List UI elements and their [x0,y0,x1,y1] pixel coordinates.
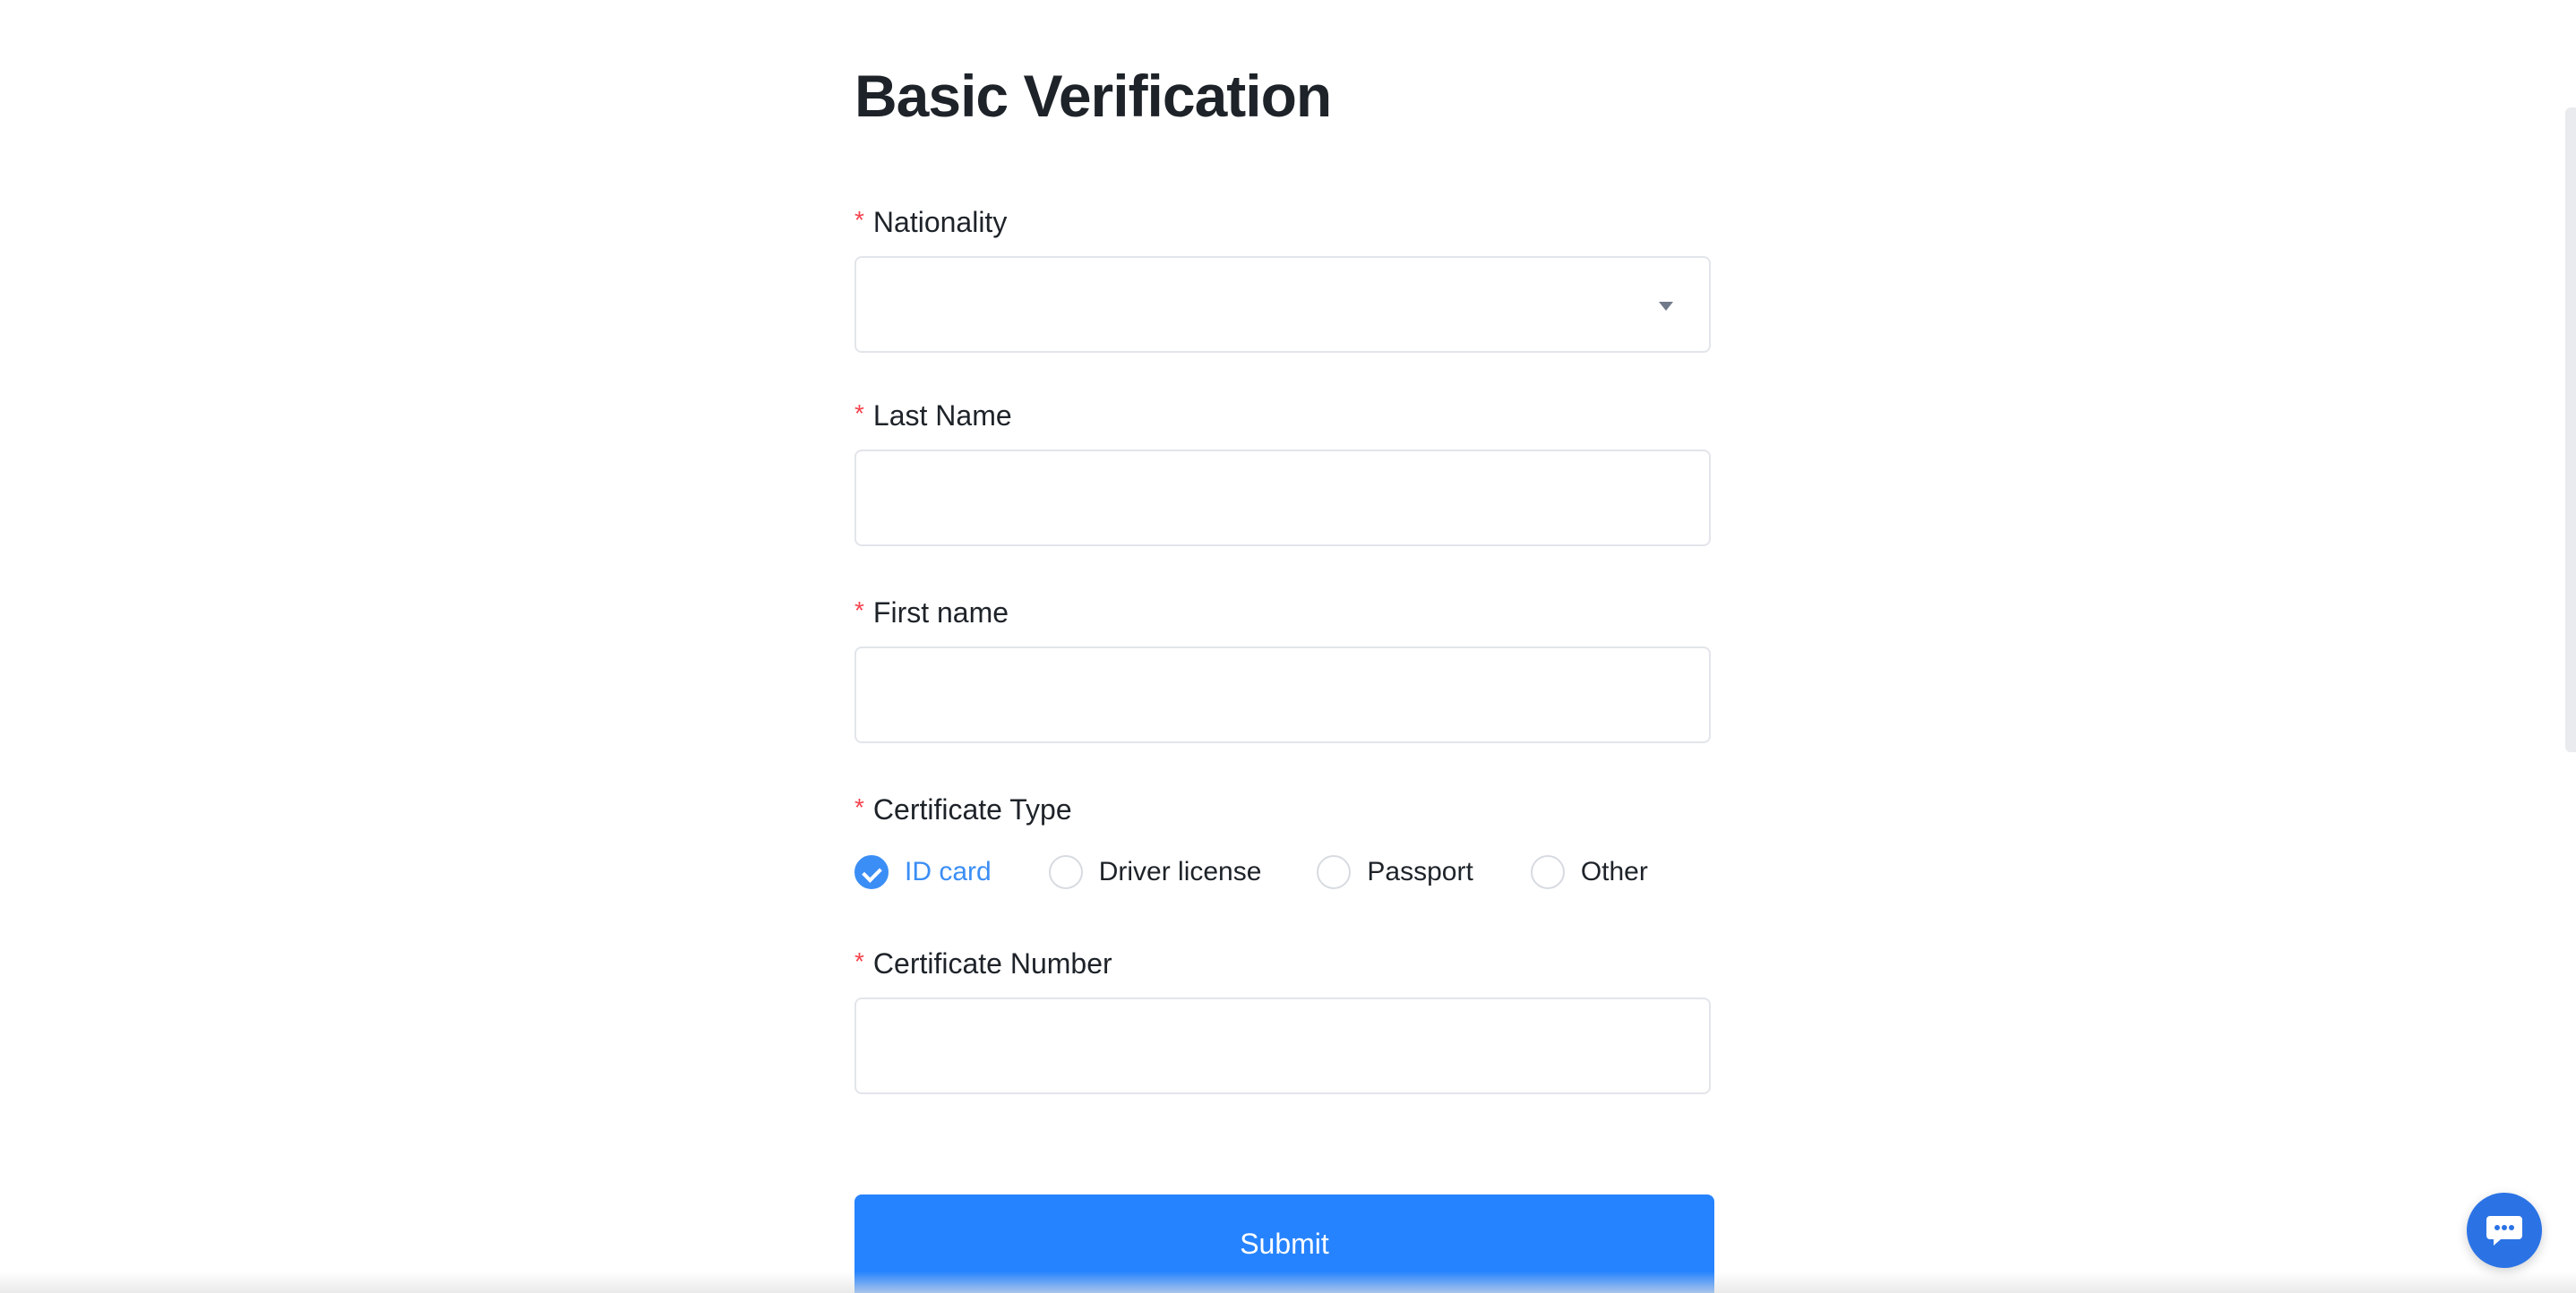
certificate-type-label-text: Certificate Type [872,793,1072,826]
radio-passport[interactable]: Passport [1317,855,1473,889]
radio-other-label: Other [1580,857,1648,886]
submit-button[interactable]: Submit [854,1195,1714,1293]
nationality-label: * Nationality [854,202,1007,244]
radio-passport-label: Passport [1367,857,1473,886]
first-name-label-text: First name [872,596,1009,629]
certificate-number-input[interactable] [856,999,1709,1092]
required-marker: * [854,793,864,821]
last-name-field [854,450,1711,546]
required-marker: * [854,399,864,427]
radio-other[interactable]: Other [1530,855,1648,889]
radio-checked-icon [854,855,889,889]
required-marker: * [854,947,864,975]
radio-unchecked-icon [1317,855,1352,889]
radio-driver-license-label: Driver license [1098,857,1262,886]
first-name-input[interactable] [856,648,1709,741]
last-name-input[interactable] [856,451,1709,544]
radio-driver-license[interactable]: Driver license [1048,855,1262,889]
radio-unchecked-icon [1048,855,1083,889]
last-name-label: * Last Name [854,396,1012,437]
first-name-label: * First name [854,593,1009,634]
first-name-field [854,646,1711,743]
chat-button[interactable] [2467,1193,2542,1268]
page-title: Basic Verification [854,63,1332,129]
scrollbar[interactable] [2565,107,2576,752]
radio-id-card-label: ID card [905,857,992,886]
caret-down-icon [1659,302,1673,311]
certificate-number-label: * Certificate Number [854,944,1112,985]
certificate-number-label-text: Certificate Number [872,947,1112,980]
radio-unchecked-icon [1530,855,1565,889]
required-marker: * [854,596,864,624]
nationality-label-text: Nationality [872,206,1008,238]
nationality-select[interactable] [854,256,1711,353]
certificate-type-label: * Certificate Type [854,790,1072,831]
certificate-number-field [854,998,1711,1094]
certificate-type-radio-group: ID card Driver license Passport Other [854,849,1648,895]
required-marker: * [854,206,864,234]
radio-id-card[interactable]: ID card [854,855,992,889]
page: Basic Verification * Nationality * Last Na… [0,0,2576,1293]
chat-bubble-icon [2486,1216,2522,1246]
last-name-label-text: Last Name [872,399,1012,432]
